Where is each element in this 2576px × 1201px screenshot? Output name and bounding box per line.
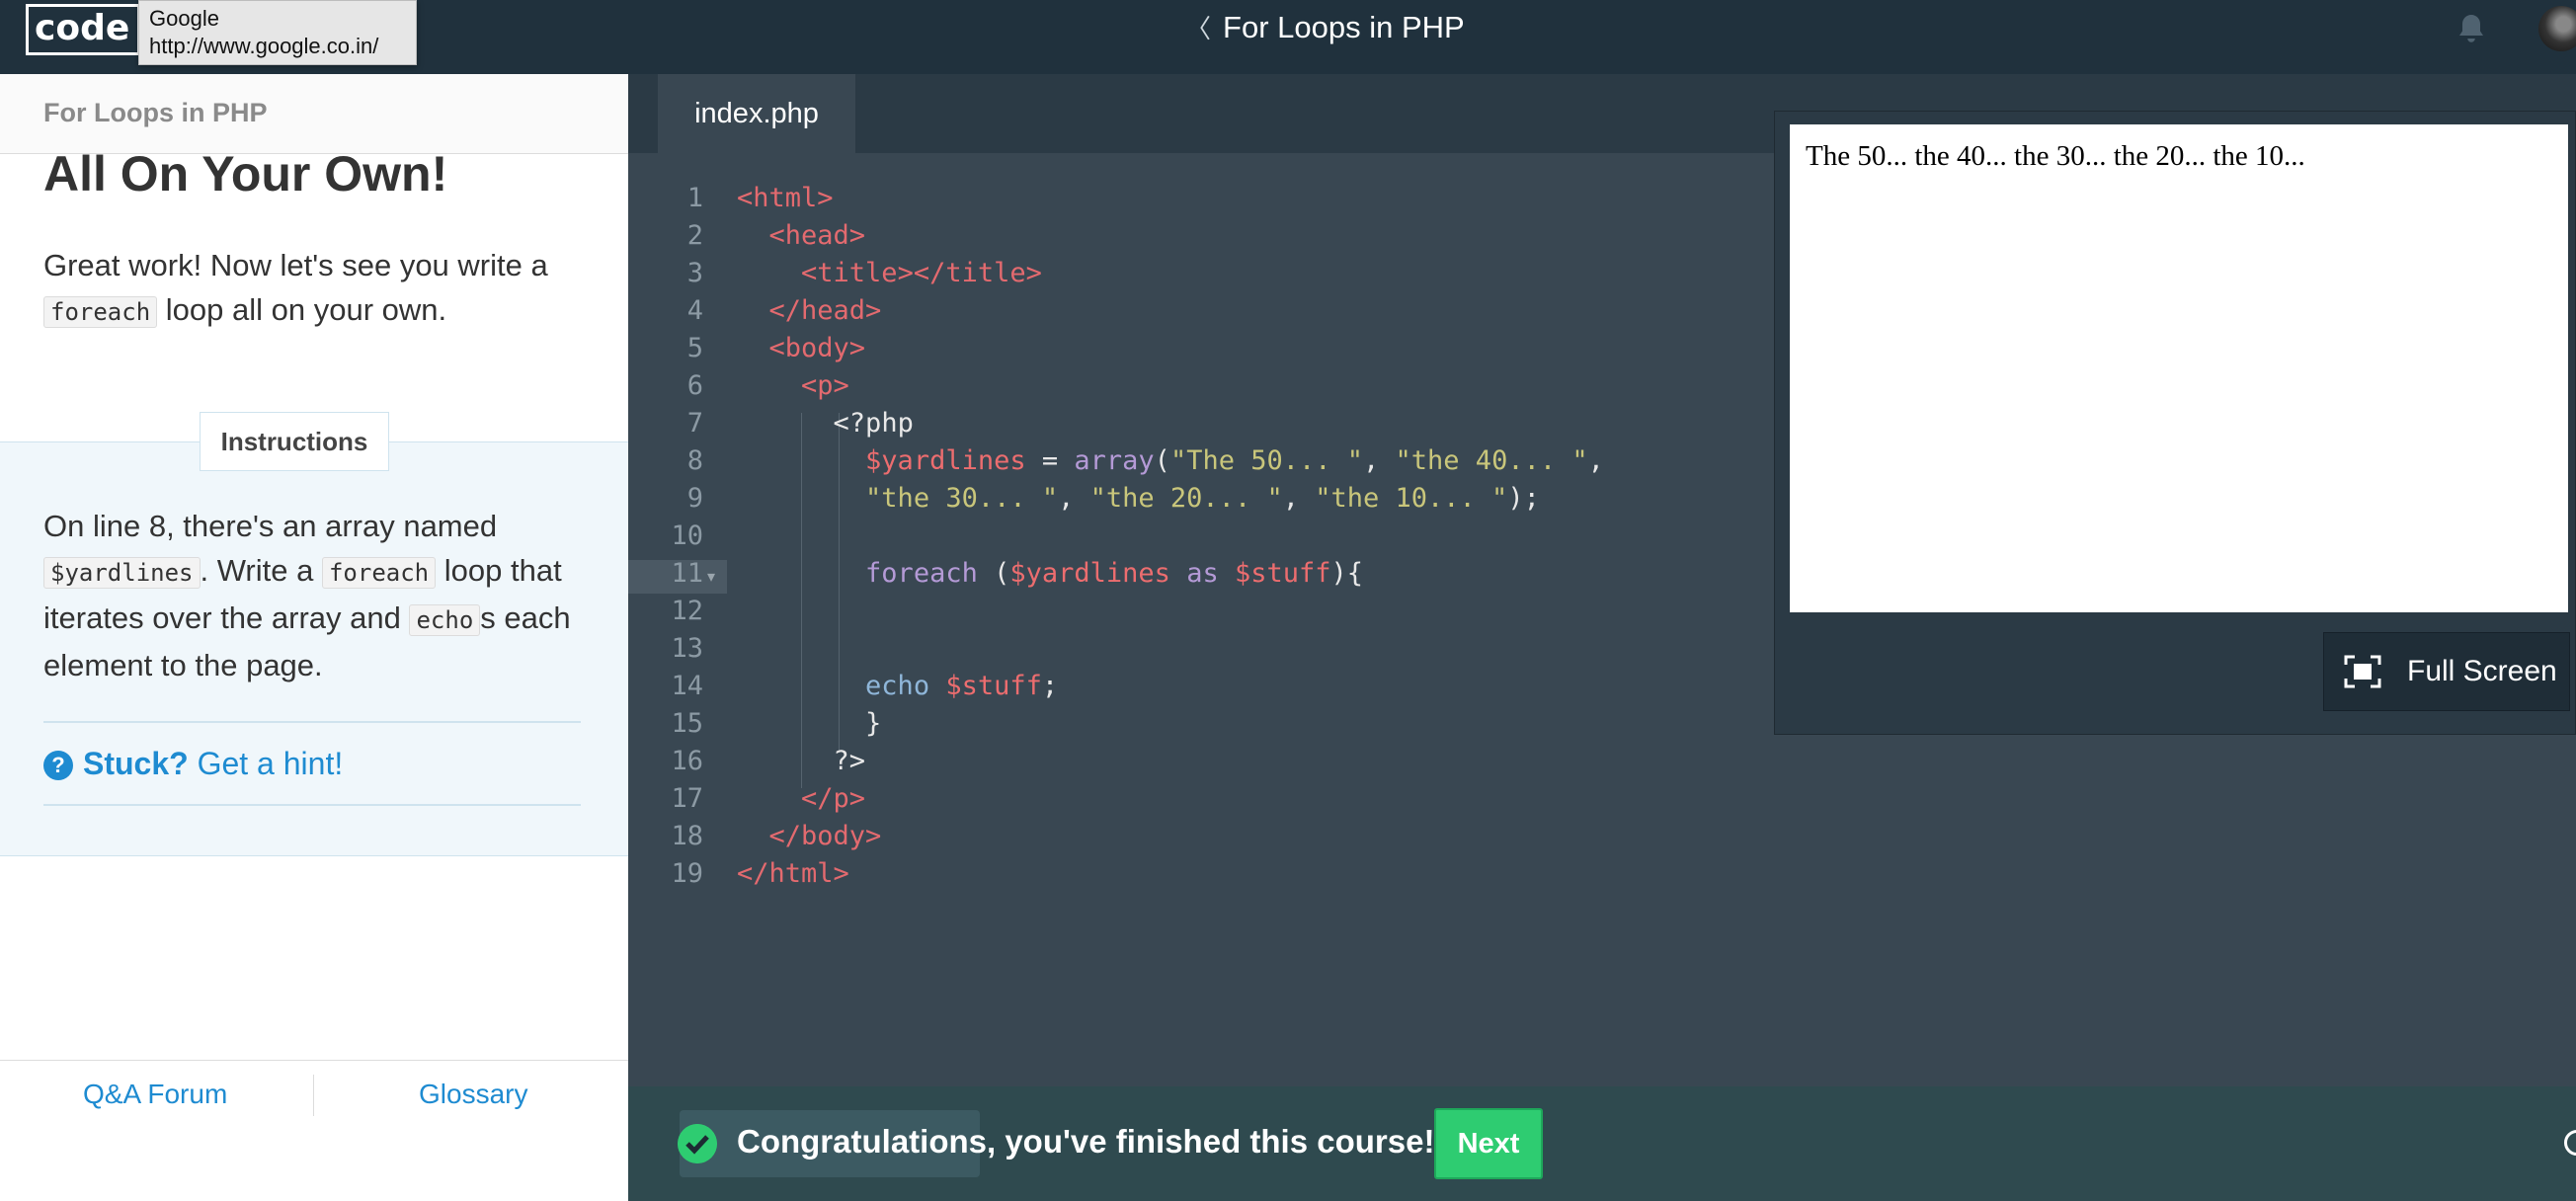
- lesson-header: For Loops in PHP: [0, 74, 628, 154]
- line-number: 9: [686, 483, 703, 514]
- line-number: 1: [686, 183, 703, 213]
- line-number: 13: [671, 633, 703, 664]
- divider: [43, 721, 581, 723]
- line-number: 7: [686, 408, 703, 439]
- tab-index-php[interactable]: index.php: [658, 74, 855, 153]
- qa-forum-link[interactable]: Q&A Forum: [83, 1061, 227, 1128]
- line-number: 12: [671, 596, 703, 626]
- code-line: <body>: [768, 333, 866, 363]
- line-number: 19: [671, 858, 703, 889]
- code-line: "the 30... ", "the 20... ", "the 10... "…: [865, 483, 1540, 514]
- line-number: 15: [671, 708, 703, 739]
- fold-arrow-icon[interactable]: ▾: [707, 567, 715, 587]
- code-line: }: [865, 708, 882, 739]
- code-line: <title></title>: [801, 258, 1042, 288]
- line-number: 10: [671, 520, 703, 551]
- code-line: </html>: [737, 858, 849, 889]
- preview-text: The 50... the 40... the 30... the 20... …: [1806, 140, 2305, 172]
- line-number: 4: [686, 295, 703, 326]
- code-line: <head>: [768, 220, 866, 251]
- code-line: foreach ($yardlines as $stuff){: [865, 558, 1364, 589]
- lesson-title: All On Your Own!: [43, 146, 448, 201]
- intro-text-1: Great work! Now let's see you write a: [43, 248, 548, 282]
- line-number: 2: [686, 220, 703, 251]
- tooltip-url: http://www.google.co.in/: [149, 34, 379, 58]
- line-number: 18: [671, 821, 703, 851]
- full-screen-label: Full Screen: [2407, 655, 2557, 687]
- lesson-footer: Q&A Forum Glossary: [0, 1060, 628, 1128]
- hint-text: Get a hint!: [197, 746, 344, 781]
- code-line: </head>: [768, 295, 882, 326]
- line-number: 16: [671, 746, 703, 776]
- code-line: <?php: [833, 408, 914, 439]
- course-title-text: For Loops in PHP: [1223, 10, 1465, 44]
- code-line: <html>: [737, 183, 834, 213]
- glossary-link[interactable]: Glossary: [419, 1061, 527, 1128]
- line-number: 3: [686, 258, 703, 288]
- code-line: echo $stuff;: [865, 671, 1059, 701]
- code-line: <p>: [801, 370, 849, 401]
- code-line: ?>: [833, 746, 866, 776]
- course-title[interactable]: 〈 For Loops in PHP: [1185, 0, 1465, 54]
- instr-code-2: foreach: [321, 557, 437, 589]
- fullscreen-icon: [2344, 655, 2381, 688]
- line-number: 8: [686, 445, 703, 476]
- code-line: </p>: [801, 783, 866, 814]
- intro-code: foreach: [43, 296, 158, 328]
- divider: [313, 1075, 314, 1116]
- line-number: 14: [671, 671, 703, 701]
- instructions-label: Instructions: [200, 412, 389, 471]
- lesson-intro: Great work! Now let's see you write a fo…: [43, 243, 597, 335]
- completion-message: Congratulations, you've finished this co…: [737, 1123, 1435, 1160]
- divider: [43, 804, 581, 806]
- help-icon: ?: [43, 751, 73, 780]
- code-line: </body>: [768, 821, 882, 851]
- hint-link[interactable]: ? Stuck? Get a hint!: [43, 741, 343, 786]
- instructions-text: On line 8, there's an array named $yardl…: [43, 504, 597, 687]
- tooltip-title: Google: [149, 6, 219, 31]
- instr-text-1: On line 8, there's an array named: [43, 509, 498, 543]
- checkmark-icon: [678, 1124, 717, 1163]
- codecademy-logo[interactable]: code: [26, 4, 141, 55]
- chevron-left-icon: 〈: [1185, 14, 1212, 43]
- instr-text-2: . Write a: [200, 553, 314, 588]
- line-number: 11: [671, 558, 703, 589]
- full-screen-button[interactable]: Full Screen: [2323, 632, 2570, 711]
- next-button[interactable]: Next: [1434, 1108, 1543, 1179]
- bell-icon[interactable]: [2454, 12, 2489, 47]
- lesson-header-title: For Loops in PHP: [43, 98, 268, 127]
- line-number: 5: [686, 333, 703, 363]
- code-line: $yardlines = array("The 50... ", "the 40…: [865, 445, 1604, 476]
- link-tooltip: Google http://www.google.co.in/: [138, 0, 417, 65]
- stuck-label: Stuck?: [83, 746, 189, 781]
- line-number: 6: [686, 370, 703, 401]
- top-bar: code Google http://www.google.co.in/ 〈 Fo…: [0, 0, 2576, 74]
- avatar[interactable]: [2538, 6, 2576, 51]
- preview-output: The 50... the 40... the 30... the 20... …: [1790, 124, 2568, 612]
- instr-code-1: $yardlines: [43, 557, 201, 589]
- intro-text-2: loop all on your own.: [165, 292, 447, 327]
- instr-code-3: echo: [409, 604, 481, 636]
- line-number: 17: [671, 783, 703, 814]
